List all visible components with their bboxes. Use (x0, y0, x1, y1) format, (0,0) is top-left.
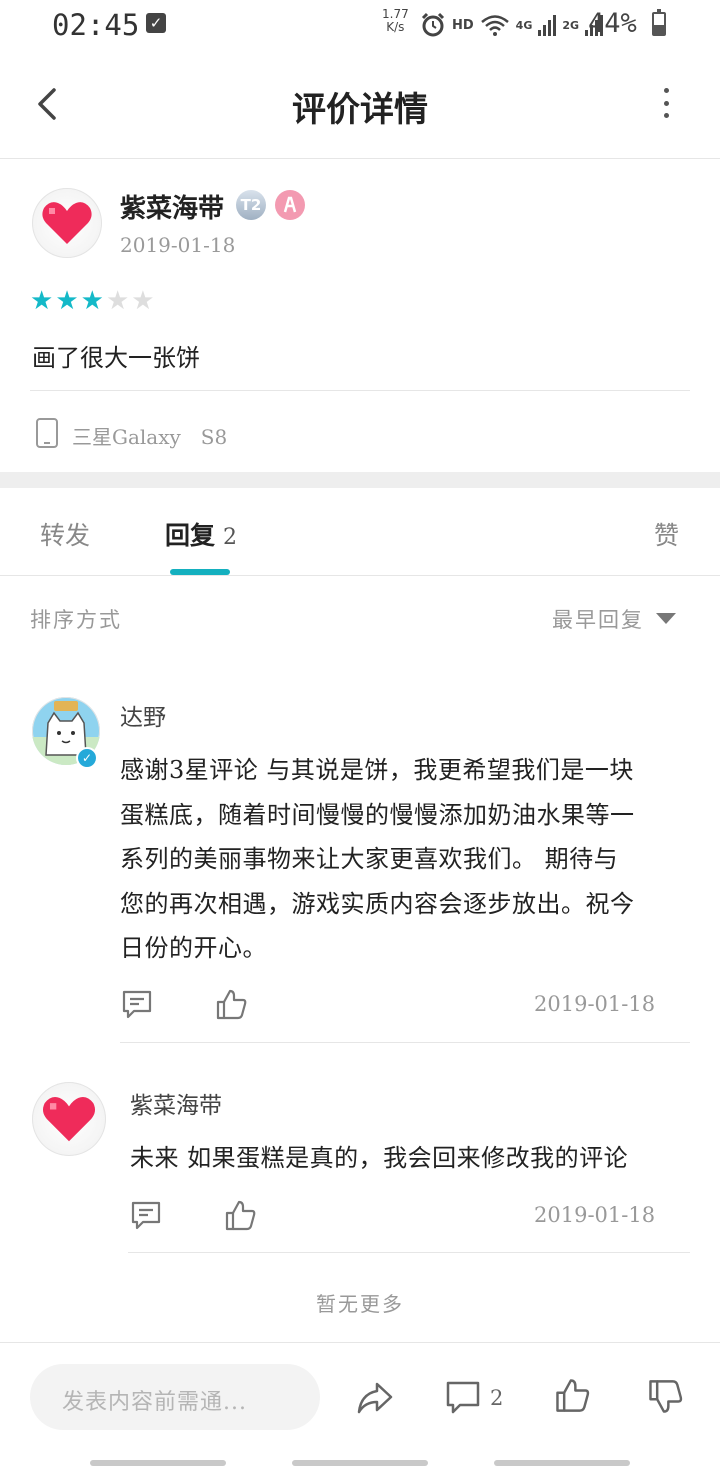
section-divider (0, 472, 720, 488)
phone-icon (36, 418, 58, 448)
no-more-label: 暂无更多 (316, 1292, 404, 1316)
signal-4g-icon (538, 15, 557, 36)
reply-text-line: 感谢3星评论 与其说是饼，我更希望我们是一块 (120, 756, 634, 784)
header-divider (0, 158, 720, 159)
checkbox-notification-icon: ✓ (146, 13, 166, 33)
tabs-divider (0, 575, 720, 576)
comment-count: 2 (490, 1386, 504, 1410)
review-user-name[interactable]: 紫菜海带 (120, 188, 224, 225)
reply-divider (120, 1042, 690, 1043)
avatar[interactable] (32, 188, 102, 258)
battery-icon (652, 9, 666, 36)
dropdown-caret-icon[interactable] (656, 613, 676, 624)
heart-icon (42, 1096, 96, 1142)
network-speed: 1.77 K/s (382, 8, 409, 34)
reply-divider (128, 1252, 690, 1253)
avatar[interactable] (32, 1082, 106, 1156)
review-divider (30, 390, 690, 391)
tab-like[interactable]: 赞 (654, 516, 679, 552)
star-icon: ★ (131, 286, 155, 316)
star-icon: ★ (80, 286, 104, 316)
tab-reply[interactable]: 回复 2 (165, 516, 237, 552)
star-icon: ★ (30, 286, 54, 316)
star-icon: ★ (55, 286, 79, 316)
reply-text-line: 日份的开心。 (120, 934, 267, 962)
nav-back-button[interactable] (494, 1460, 630, 1466)
verified-badge-icon: ✓ (76, 747, 98, 769)
comment-icon[interactable] (120, 987, 154, 1021)
reply-user-name[interactable]: 紫菜海带 (130, 1086, 222, 1120)
comment-icon[interactable] (129, 1198, 163, 1232)
alarm-icon (421, 12, 445, 37)
bottom-bar-divider (0, 1342, 720, 1343)
wifi-icon (480, 15, 509, 36)
sort-dropdown[interactable]: 最早回复 (552, 604, 644, 634)
reply-text-line: 您的再次相遇，游戏实质内容会逐步放出。祝今 (120, 889, 635, 918)
device-name: 三星Galaxy S8 (72, 425, 228, 449)
nav-recents-button[interactable] (90, 1460, 226, 1466)
thumbs-up-icon[interactable] (553, 1376, 591, 1414)
sort-label: 排序方式 (30, 608, 122, 632)
comment-icon[interactable] (444, 1378, 482, 1416)
reply-text: 未来 如果蛋糕是真的，我会回来修改我的评论 (130, 1136, 628, 1181)
level-badge: T2 (236, 190, 266, 220)
review-date: 2019-01-18 (120, 233, 236, 257)
thumbs-up-icon[interactable] (223, 1198, 257, 1232)
network-2g-label: 2G (562, 18, 580, 32)
network-4g-label: 4G (515, 18, 533, 32)
hd-indicator: HD (452, 17, 474, 33)
reply-date: 2019-01-18 (534, 1203, 656, 1227)
comment-input-placeholder: 发表内容前需通... (62, 1390, 247, 1415)
status-time: 02:45 (52, 8, 140, 42)
star-rating: ★ ★ ★ ★ ★ (30, 288, 155, 314)
reply-text-line: 蛋糕底，随着时间慢慢的慢慢添加奶油水果等一 (120, 800, 635, 829)
share-icon[interactable] (355, 1378, 395, 1418)
reply-user-name[interactable]: 达野 (120, 698, 166, 732)
reply-text: 感谢3星评论 与其说是饼，我更希望我们是一块 蛋糕底，随着时间慢慢的慢慢添加奶油… (120, 748, 635, 971)
thumbs-up-icon[interactable] (214, 987, 248, 1021)
star-icon: ★ (105, 286, 130, 316)
review-text: 画了很大一张饼 (32, 344, 200, 372)
achievement-badge-icon (275, 190, 305, 220)
reply-text-line: 未来 如果蛋糕是真的，我会回来修改我的评论 (130, 1144, 629, 1172)
tab-reply-label: 回复 (165, 521, 216, 550)
tab-forward[interactable]: 转发 (40, 516, 90, 552)
page-title: 评价详情 (292, 90, 428, 130)
network-speed-unit: K/s (386, 20, 405, 34)
heart-icon (42, 202, 92, 244)
reply-text-line: 系列的美丽事物来让大家更喜欢我们。 期待与 (120, 845, 619, 873)
more-vertical-icon[interactable] (652, 88, 680, 118)
battery-percent: 44% (588, 8, 637, 39)
status-icons: HD 4G 2G (420, 10, 604, 40)
nav-home-button[interactable] (292, 1460, 428, 1466)
tab-reply-count: 2 (223, 525, 238, 550)
reply-date: 2019-01-18 (534, 992, 656, 1016)
thumbs-down-icon[interactable] (646, 1378, 684, 1416)
